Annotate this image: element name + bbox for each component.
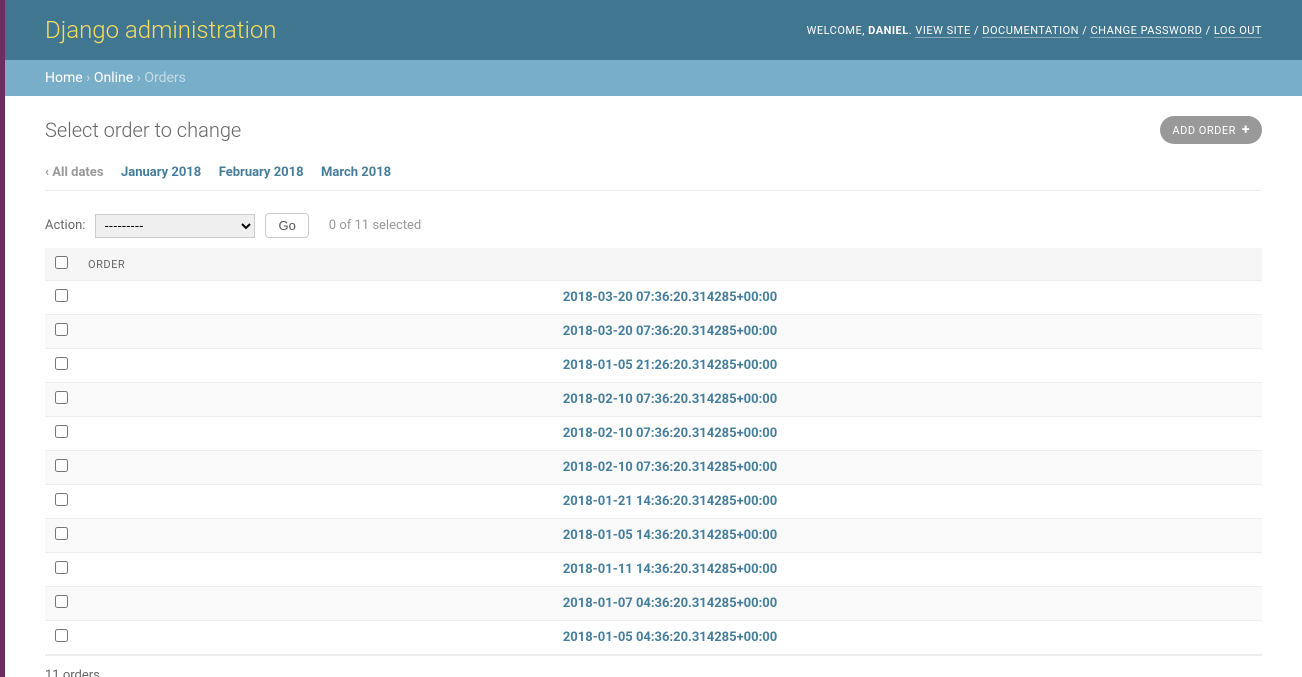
row-check-cell [45, 553, 78, 587]
row-checkbox[interactable] [55, 391, 68, 404]
header: Django administration WELCOME, DANIEL. V… [5, 0, 1302, 60]
row-checkbox[interactable] [55, 425, 68, 438]
breadcrumb: Home › Online › Orders [5, 60, 1302, 96]
row-link-cell: 2018-03-20 07:36:20.314285+00:00 [78, 281, 1262, 315]
row-link-cell: 2018-02-10 07:36:20.314285+00:00 [78, 451, 1262, 485]
action-label: Action: [45, 218, 85, 233]
row-checkbox[interactable] [55, 323, 68, 336]
page-title: Select order to change [45, 118, 241, 142]
row-checkbox[interactable] [55, 527, 68, 540]
table-row: 2018-01-05 04:36:20.314285+00:00 [45, 621, 1262, 655]
row-check-cell [45, 315, 78, 349]
row-link-cell: 2018-01-11 14:36:20.314285+00:00 [78, 553, 1262, 587]
order-link[interactable]: 2018-01-21 14:36:20.314285+00:00 [563, 494, 777, 509]
table-row: 2018-01-21 14:36:20.314285+00:00 [45, 485, 1262, 519]
action-select[interactable]: --------- [95, 214, 255, 238]
order-link[interactable]: 2018-02-10 07:36:20.314285+00:00 [563, 426, 777, 441]
row-check-cell [45, 587, 78, 621]
order-link[interactable]: 2018-01-11 14:36:20.314285+00:00 [563, 562, 777, 577]
order-column-header[interactable]: ORDER [78, 248, 1262, 281]
actions-bar: Action: --------- Go 0 of 11 selected [45, 203, 1262, 248]
row-link-cell: 2018-01-05 04:36:20.314285+00:00 [78, 621, 1262, 655]
row-check-cell [45, 281, 78, 315]
paginator: 11 orders [45, 655, 1262, 677]
table-row: 2018-03-20 07:36:20.314285+00:00 [45, 281, 1262, 315]
date-hierarchy: ‹ All dates January 2018 February 2018 M… [45, 164, 1262, 191]
table-row: 2018-01-11 14:36:20.314285+00:00 [45, 553, 1262, 587]
site-name[interactable]: Django administration [45, 16, 277, 44]
row-link-cell: 2018-01-05 21:26:20.314285+00:00 [78, 349, 1262, 383]
order-link[interactable]: 2018-01-05 21:26:20.314285+00:00 [563, 358, 777, 373]
main-scroll-area: Django administration WELCOME, DANIEL. V… [5, 0, 1302, 677]
row-link-cell: 2018-01-07 04:36:20.314285+00:00 [78, 587, 1262, 621]
plus-icon: + [1242, 123, 1250, 137]
log-out-link[interactable]: LOG OUT [1214, 24, 1262, 38]
row-check-cell [45, 417, 78, 451]
results-table: ORDER 2018-03-20 07:36:20.314285+00:00 20… [45, 248, 1262, 655]
date-back-link[interactable]: ‹ All dates [45, 165, 104, 180]
order-link[interactable]: 2018-01-07 04:36:20.314285+00:00 [563, 596, 777, 611]
date-link[interactable]: February 2018 [219, 165, 304, 180]
row-link-cell: 2018-01-21 14:36:20.314285+00:00 [78, 485, 1262, 519]
row-checkbox[interactable] [55, 493, 68, 506]
breadcrumb-current: Orders [144, 70, 186, 86]
table-row: 2018-02-10 07:36:20.314285+00:00 [45, 451, 1262, 485]
row-checkbox[interactable] [55, 357, 68, 370]
add-order-label: ADD ORDER [1172, 124, 1235, 137]
row-check-cell [45, 383, 78, 417]
welcome-text: WELCOME, [807, 24, 865, 37]
date-link[interactable]: January 2018 [121, 165, 201, 180]
order-link[interactable]: 2018-02-10 07:36:20.314285+00:00 [563, 460, 777, 475]
breadcrumb-home[interactable]: Home [45, 70, 83, 86]
order-link[interactable]: 2018-03-20 07:36:20.314285+00:00 [563, 324, 777, 339]
row-check-cell [45, 349, 78, 383]
table-row: 2018-03-20 07:36:20.314285+00:00 [45, 315, 1262, 349]
row-check-cell [45, 519, 78, 553]
action-counter: 0 of 11 selected [329, 218, 421, 233]
row-check-cell [45, 621, 78, 655]
row-check-cell [45, 485, 78, 519]
go-button[interactable]: Go [265, 213, 308, 238]
row-check-cell [45, 451, 78, 485]
table-row: 2018-02-10 07:36:20.314285+00:00 [45, 383, 1262, 417]
row-link-cell: 2018-03-20 07:36:20.314285+00:00 [78, 315, 1262, 349]
select-all-header [45, 248, 78, 281]
row-checkbox[interactable] [55, 561, 68, 574]
view-site-link[interactable]: VIEW SITE [915, 24, 970, 38]
table-row: 2018-01-05 21:26:20.314285+00:00 [45, 349, 1262, 383]
select-all-checkbox[interactable] [55, 256, 68, 269]
table-row: 2018-02-10 07:36:20.314285+00:00 [45, 417, 1262, 451]
order-link[interactable]: 2018-01-05 14:36:20.314285+00:00 [563, 528, 777, 543]
row-checkbox[interactable] [55, 629, 68, 642]
user-tools: WELCOME, DANIEL. VIEW SITE / DOCUMENTATI… [807, 24, 1262, 37]
row-checkbox[interactable] [55, 459, 68, 472]
change-password-link[interactable]: CHANGE PASSWORD [1090, 24, 1202, 38]
row-link-cell: 2018-01-05 14:36:20.314285+00:00 [78, 519, 1262, 553]
add-order-button[interactable]: ADD ORDER + [1160, 116, 1262, 144]
row-checkbox[interactable] [55, 289, 68, 302]
order-link[interactable]: 2018-02-10 07:36:20.314285+00:00 [563, 392, 777, 407]
order-link[interactable]: 2018-01-05 04:36:20.314285+00:00 [563, 630, 777, 645]
row-link-cell: 2018-02-10 07:36:20.314285+00:00 [78, 383, 1262, 417]
order-link[interactable]: 2018-03-20 07:36:20.314285+00:00 [563, 290, 777, 305]
row-checkbox[interactable] [55, 595, 68, 608]
table-row: 2018-01-05 14:36:20.314285+00:00 [45, 519, 1262, 553]
date-link[interactable]: March 2018 [321, 165, 391, 180]
table-row: 2018-01-07 04:36:20.314285+00:00 [45, 587, 1262, 621]
row-link-cell: 2018-02-10 07:36:20.314285+00:00 [78, 417, 1262, 451]
breadcrumb-app[interactable]: Online [94, 70, 133, 86]
username: DANIEL [868, 24, 909, 37]
documentation-link[interactable]: DOCUMENTATION [982, 24, 1079, 38]
